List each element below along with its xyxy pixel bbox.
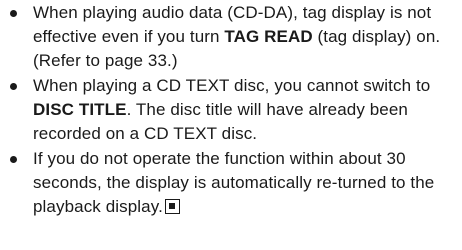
note-text-segment: If you do not operate the function withi… (33, 149, 435, 216)
note-text: If you do not operate the function withi… (33, 149, 434, 216)
bullet-icon (10, 156, 17, 163)
bold-term: DISC TITLE (33, 100, 127, 119)
end-of-section-mark-icon (164, 199, 180, 214)
note-text: When playing a CD TEXT disc, you cannot … (33, 76, 430, 143)
notes-bullet-list: When playing audio data (CD-DA), tag dis… (0, 1, 462, 219)
note-text: When playing audio data (CD-DA), tag dis… (33, 3, 440, 70)
bold-term: TAG READ (224, 27, 313, 46)
document-page: When playing audio data (CD-DA), tag dis… (0, 0, 462, 250)
bullet-icon (10, 10, 17, 17)
note-item: When playing audio data (CD-DA), tag dis… (0, 1, 462, 73)
bullet-icon (10, 83, 17, 90)
note-item: When playing a CD TEXT disc, you cannot … (0, 74, 462, 146)
note-text-segment: When playing a CD TEXT disc, you cannot … (33, 76, 431, 95)
note-item: If you do not operate the function withi… (0, 147, 462, 219)
